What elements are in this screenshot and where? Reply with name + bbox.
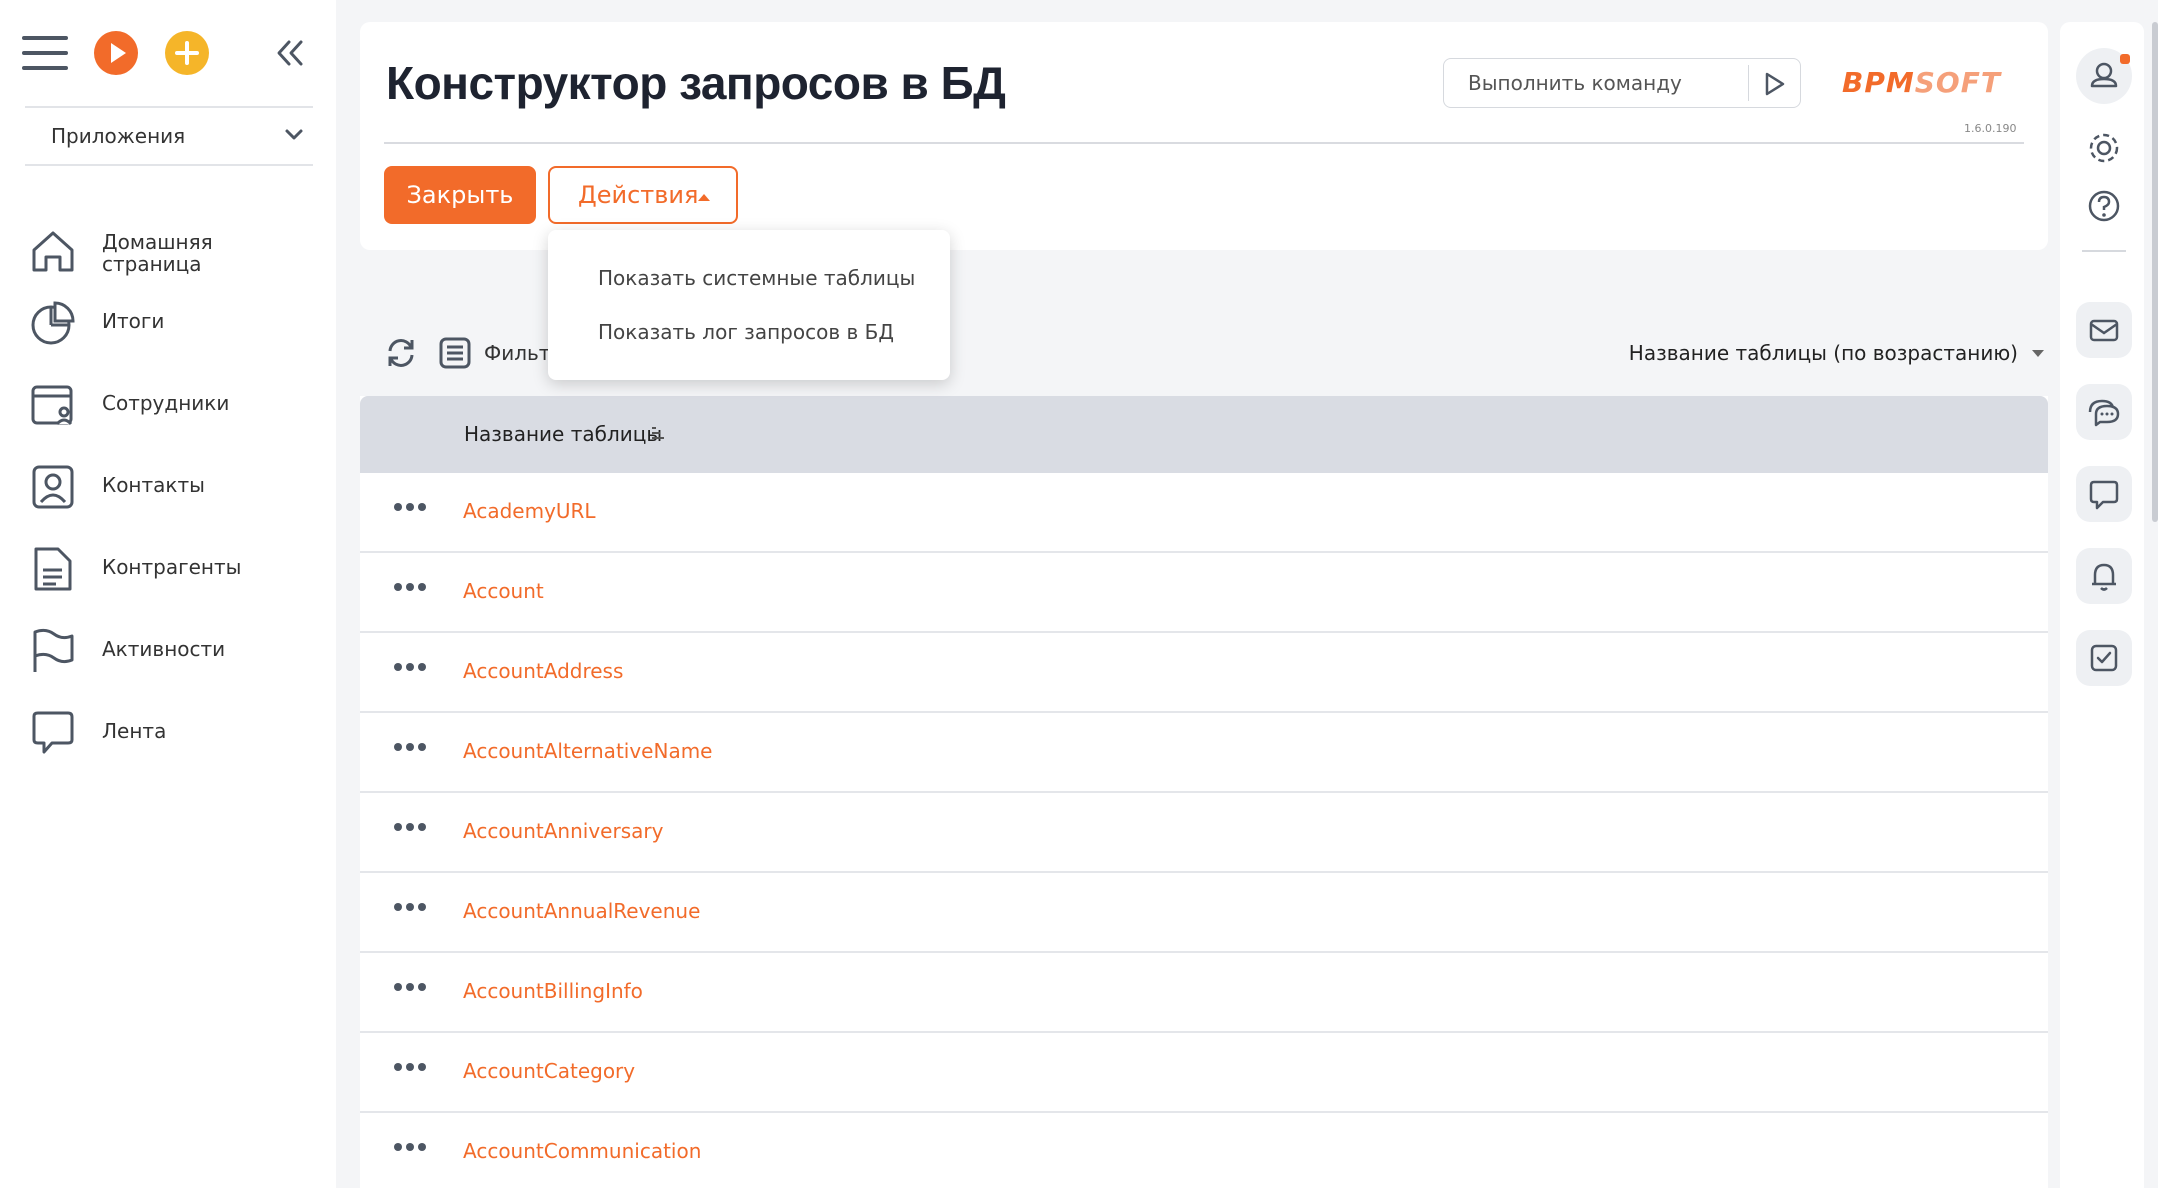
table-row: AccountAddress xyxy=(360,633,2048,713)
bell-icon[interactable] xyxy=(2076,548,2132,604)
gear-icon[interactable] xyxy=(2076,120,2132,176)
menu-item-show-query-log[interactable]: Показать лог запросов в БД xyxy=(598,320,894,344)
sort-label: Название таблицы (по возрастанию) xyxy=(1628,341,2018,365)
caret-up-icon xyxy=(698,194,710,201)
row-menu-icon[interactable] xyxy=(394,581,428,593)
page-title: Конструктор запросов в БД xyxy=(386,57,1006,109)
row-menu-icon[interactable] xyxy=(394,901,428,913)
row-menu-icon[interactable] xyxy=(394,501,428,513)
actions-button[interactable]: Действия xyxy=(548,166,738,224)
notification-badge xyxy=(2120,54,2130,64)
logo-right: SOFT xyxy=(1914,66,2001,99)
filter-icon[interactable] xyxy=(438,336,472,370)
tasks-icon[interactable] xyxy=(2076,630,2132,686)
logo-left: BPM xyxy=(1842,66,1915,99)
sidebar-item-label: Домашняя страница xyxy=(102,230,213,276)
version-label: 1.6.0.190 xyxy=(1964,122,2017,135)
help-icon[interactable] xyxy=(2076,178,2132,234)
table-row: AccountCategory xyxy=(360,1033,2048,1113)
home-icon xyxy=(30,228,76,274)
hamburger-menu-icon[interactable] xyxy=(22,36,68,70)
feed-icon xyxy=(30,710,76,756)
row-menu-icon[interactable] xyxy=(394,1061,428,1073)
table-name-link[interactable]: AccountAnniversary xyxy=(463,819,663,843)
sidebar-item-label: Активности xyxy=(102,637,226,661)
table-row: AccountAlternativeName xyxy=(360,713,2048,793)
table-row: Account xyxy=(360,553,2048,633)
chevron-down-icon xyxy=(281,122,307,148)
apps-label: Приложения xyxy=(51,124,186,148)
sidebar-item-activities[interactable]: Активности xyxy=(0,614,336,684)
employees-icon xyxy=(30,382,76,428)
table-name-link[interactable]: AccountCategory xyxy=(463,1059,635,1083)
sort-selector[interactable]: Название таблицы (по возрастанию) xyxy=(1629,341,2048,365)
scrollbar[interactable] xyxy=(2152,22,2158,522)
actions-label: Действия xyxy=(578,181,699,209)
sidebar-item-label: Итоги xyxy=(102,309,165,333)
sidebar-item-home[interactable]: Домашняя страница xyxy=(0,214,336,284)
table-name-link[interactable]: AcademyURL xyxy=(463,499,596,523)
row-menu-icon[interactable] xyxy=(394,821,428,833)
sidebar-item-contacts[interactable]: Контакты xyxy=(0,450,336,520)
actions-menu: Показать системные таблицы Показать лог … xyxy=(548,230,950,380)
sidebar-item-employees[interactable]: Сотрудники xyxy=(0,368,336,438)
play-icon[interactable] xyxy=(94,31,138,75)
divider xyxy=(384,142,2024,144)
row-menu-icon[interactable] xyxy=(394,981,428,993)
tables-list: Название таблицы AcademyURL Account Acco… xyxy=(360,396,2048,1188)
sidebar-item-totals[interactable]: Итоги xyxy=(0,286,336,356)
sidebar-item-feed[interactable]: Лента xyxy=(0,696,336,766)
pie-chart-icon xyxy=(30,300,76,346)
contact-icon xyxy=(30,464,76,510)
divider xyxy=(2082,250,2126,252)
command-input[interactable] xyxy=(1468,71,1748,95)
table-row: AccountCommunication xyxy=(360,1113,2048,1188)
table-name-link[interactable]: AccountAddress xyxy=(463,659,623,683)
row-menu-icon[interactable] xyxy=(394,741,428,753)
email-icon[interactable] xyxy=(2076,302,2132,358)
refresh-icon[interactable] xyxy=(384,336,418,370)
comment-icon[interactable] xyxy=(2076,466,2132,522)
profile-icon[interactable] xyxy=(2076,48,2132,104)
sidebar-item-label: Контакты xyxy=(102,473,205,497)
sidebar-item-label: Лента xyxy=(102,719,167,743)
menu-item-show-system-tables[interactable]: Показать системные таблицы xyxy=(598,266,915,290)
row-menu-icon[interactable] xyxy=(394,1141,428,1153)
chat-icon[interactable] xyxy=(2076,384,2132,440)
divider xyxy=(25,164,313,166)
table-name-link[interactable]: AccountBillingInfo xyxy=(463,979,643,1003)
table-name-link[interactable]: AccountCommunication xyxy=(463,1139,701,1163)
collapse-sidebar-icon[interactable] xyxy=(272,36,308,70)
right-panel xyxy=(2060,22,2144,1188)
table-row: AccountAnniversary xyxy=(360,793,2048,873)
sidebar-item-label: Сотрудники xyxy=(102,391,230,415)
table-row: AccountAnnualRevenue xyxy=(360,873,2048,953)
table-row: AccountBillingInfo xyxy=(360,953,2048,1033)
table-header: Название таблицы xyxy=(360,396,2048,473)
sort-ascending-icon[interactable] xyxy=(650,424,666,442)
command-box xyxy=(1443,58,1801,108)
row-menu-icon[interactable] xyxy=(394,661,428,673)
caret-down-icon xyxy=(2032,350,2044,357)
page-header: Конструктор запросов в БД BPMSOFT 1.6.0.… xyxy=(360,22,2048,250)
add-icon[interactable] xyxy=(165,31,209,75)
column-header-table-name[interactable]: Название таблицы xyxy=(464,422,662,446)
brand-logo: BPMSOFT xyxy=(1842,66,2001,99)
left-sidebar: Приложения Домашняя страница Итоги Сотру… xyxy=(0,0,336,1188)
table-row: AcademyURL xyxy=(360,473,2048,553)
run-command-icon[interactable] xyxy=(1758,69,1790,99)
table-name-link[interactable]: Account xyxy=(463,579,544,603)
table-name-link[interactable]: AccountAlternativeName xyxy=(463,739,712,763)
flag-icon xyxy=(30,628,76,674)
sidebar-item-accounts[interactable]: Контрагенты xyxy=(0,532,336,602)
divider xyxy=(1748,65,1749,101)
sidebar-item-label: Контрагенты xyxy=(102,555,242,579)
document-icon xyxy=(30,546,76,592)
close-button[interactable]: Закрыть xyxy=(384,166,536,224)
sidebar-top xyxy=(0,0,336,106)
apps-dropdown[interactable]: Приложения xyxy=(25,108,313,164)
table-name-link[interactable]: AccountAnnualRevenue xyxy=(463,899,700,923)
